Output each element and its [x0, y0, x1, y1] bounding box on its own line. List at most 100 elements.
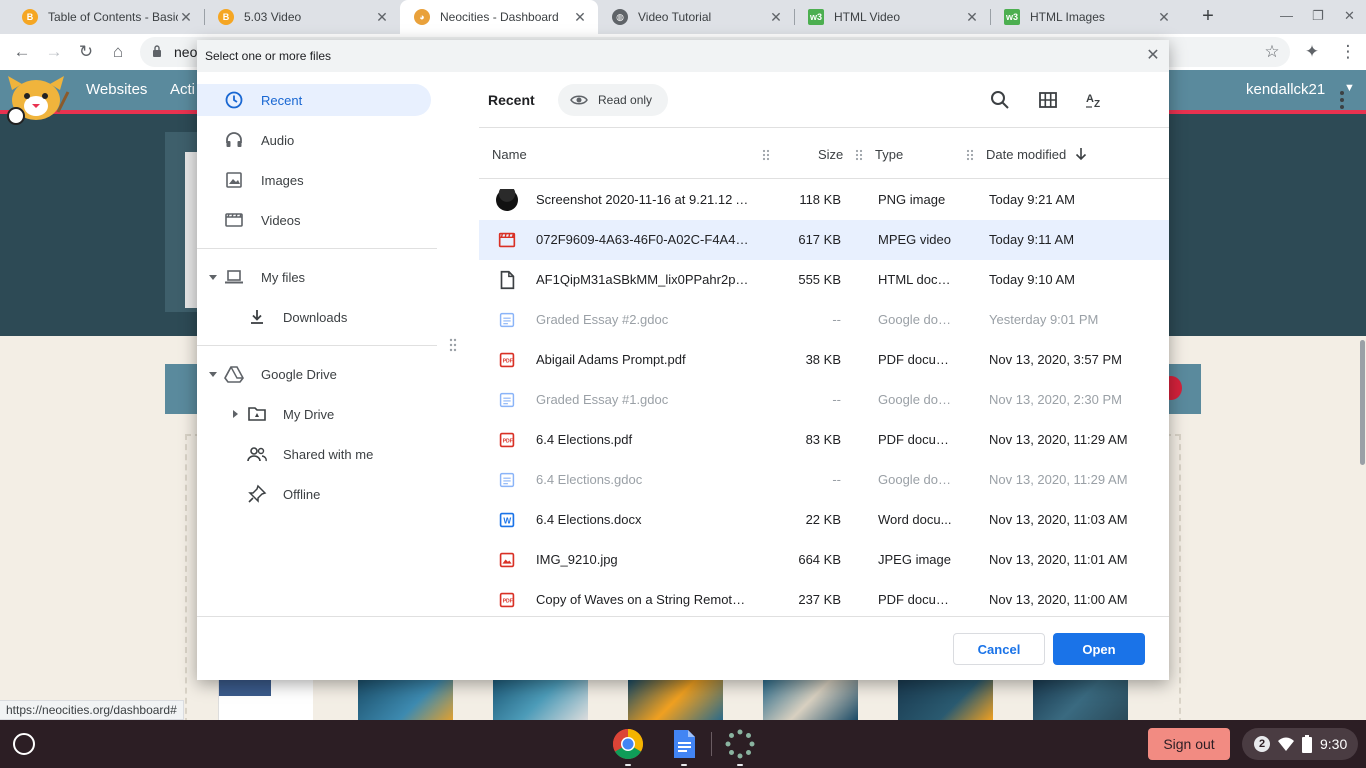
sidebar-item-offline[interactable]: Offline — [197, 478, 431, 510]
new-tab-button[interactable]: + — [1196, 5, 1220, 29]
minimize-icon[interactable]: — — [1280, 8, 1293, 23]
browser-tab-6[interactable]: w3 HTML Images ✕ — [990, 0, 1182, 34]
column-resize-icon[interactable] — [966, 149, 974, 161]
chrome-icon[interactable] — [612, 728, 644, 760]
file-row[interactable]: Graded Essay #1.gdoc -- Google doc... No… — [479, 380, 1169, 420]
sidebar-item-videos[interactable]: Videos — [197, 204, 431, 236]
file-row[interactable]: Screenshot 2020-11-16 at 9.21.12 A... 11… — [479, 180, 1169, 220]
close-icon[interactable]: ✕ — [1156, 9, 1172, 26]
column-type[interactable]: Type — [875, 147, 903, 162]
nav-activity[interactable]: Acti — [170, 81, 195, 98]
close-icon[interactable]: ✕ — [572, 9, 588, 26]
browser-tab-2[interactable]: B 5.03 Video ✕ — [204, 0, 400, 34]
column-size[interactable]: Size — [818, 147, 843, 162]
sort-descending-arrow-icon[interactable] — [1075, 147, 1087, 161]
file-row[interactable]: W 6.4 Elections.docx 22 KB Word docu... … — [479, 500, 1169, 540]
file-type: JPEG image — [878, 552, 951, 567]
running-indicator — [625, 764, 631, 766]
nav-websites[interactable]: Websites — [86, 81, 147, 98]
fish-image-thumbnail[interactable] — [1033, 680, 1128, 720]
sign-out-button[interactable]: Sign out — [1148, 728, 1230, 760]
search-icon[interactable] — [988, 88, 1012, 112]
file-row[interactable]: 072F9609-4A63-46F0-A02C-F4A4A5... 617 KB… — [479, 220, 1169, 260]
close-icon[interactable]: ✕ — [768, 9, 784, 26]
menu-kebab-icon[interactable]: ⋮ — [1336, 40, 1360, 64]
clock-time: 9:30 — [1320, 736, 1348, 752]
image-icon — [226, 172, 242, 188]
sidebar-item-shared-with-me[interactable]: Shared with me — [197, 438, 431, 470]
collapse-arrow-icon[interactable] — [230, 409, 240, 419]
extensions-icon[interactable]: ✦ — [1300, 40, 1324, 64]
dialog-footer: Cancel Open — [197, 616, 1169, 680]
sidebar-item-my-drive[interactable]: My Drive — [197, 398, 431, 430]
file-row[interactable]: Graded Essay #2.gdoc -- Google doc... Ye… — [479, 300, 1169, 340]
expand-arrow-icon[interactable] — [208, 369, 218, 379]
expand-arrow-icon[interactable] — [208, 272, 218, 282]
back-arrow-icon[interactable]: ← — [10, 40, 34, 64]
file-type: PDF docum... — [878, 432, 952, 447]
file-row[interactable]: PDF 6.4 Elections.pdf 83 KB PDF docum...… — [479, 420, 1169, 460]
grid-view-icon[interactable] — [1036, 88, 1060, 112]
reload-icon[interactable]: ↻ — [74, 40, 98, 64]
file-thumbnail[interactable] — [218, 680, 313, 720]
close-icon[interactable]: ✕ — [178, 9, 194, 26]
fish-image-thumbnail[interactable] — [358, 680, 453, 720]
sidebar-item-my-files[interactable]: My files — [197, 261, 431, 293]
status-tray[interactable]: 2 9:30 — [1242, 728, 1358, 760]
user-menu[interactable]: kendallck21 — [1246, 81, 1325, 98]
loading-spinner-icon[interactable] — [724, 728, 756, 760]
browser-tab-4[interactable]: ◍ Video Tutorial ✕ — [598, 0, 794, 34]
browser-tab-5[interactable]: w3 HTML Video ✕ — [794, 0, 990, 34]
column-header-row: Name Size Type Date modified — [479, 129, 1169, 179]
sidebar-item-downloads[interactable]: Downloads — [197, 301, 431, 333]
sidebar-divider — [197, 345, 437, 346]
file-name: Graded Essay #1.gdoc — [536, 392, 669, 407]
fish-image-thumbnail[interactable] — [763, 680, 858, 720]
column-name[interactable]: Name — [492, 147, 527, 162]
page-scrollbar[interactable] — [1360, 340, 1365, 465]
sidebar-item-google-drive[interactable]: Google Drive — [197, 358, 431, 390]
open-button[interactable]: Open — [1053, 633, 1145, 665]
fish-image-thumbnail[interactable] — [493, 680, 588, 720]
column-resize-icon[interactable] — [855, 149, 863, 161]
close-icon[interactable]: ✕ — [374, 9, 390, 26]
column-date-modified[interactable]: Date modified — [986, 147, 1066, 162]
launcher-icon[interactable] — [13, 733, 35, 755]
sort-az-icon[interactable]: A Z — [1083, 88, 1107, 112]
read-only-chip[interactable]: Read only — [558, 84, 668, 116]
cancel-button[interactable]: Cancel — [953, 633, 1045, 665]
close-window-icon[interactable]: ✕ — [1344, 8, 1355, 24]
google-docs-icon[interactable] — [668, 728, 700, 760]
sidebar-item-audio[interactable]: Audio — [197, 124, 431, 156]
sidebar-item-images[interactable]: Images — [197, 164, 431, 196]
file-row[interactable]: PDF Copy of Waves on a String Remote L..… — [479, 580, 1169, 616]
bookmark-star-icon[interactable]: ☆ — [1260, 40, 1284, 64]
browser-tab-3[interactable]: ◕ Neocities - Dashboard ✕ — [400, 0, 598, 34]
file-row[interactable]: IMG_9210.jpg 664 KB JPEG image Nov 13, 2… — [479, 540, 1169, 580]
generic-file-icon — [500, 270, 515, 290]
drag-handle-icon[interactable] — [449, 338, 457, 352]
file-row[interactable]: PDF Abigail Adams Prompt.pdf 38 KB PDF d… — [479, 340, 1169, 380]
close-icon[interactable]: ✕ — [1143, 46, 1163, 66]
breadcrumb[interactable]: Recent — [488, 92, 535, 108]
column-resize-icon[interactable] — [762, 149, 770, 161]
file-row[interactable]: AF1QipM31aSBkMM_lix0PPahr2pw... 555 KB H… — [479, 260, 1169, 300]
eye-icon — [570, 95, 588, 105]
forward-arrow-icon[interactable]: → — [42, 40, 66, 64]
close-icon[interactable]: ✕ — [964, 9, 980, 26]
file-row[interactable]: 6.4 Elections.gdoc -- Google doc... Nov … — [479, 460, 1169, 500]
home-icon[interactable]: ⌂ — [106, 40, 130, 64]
sidebar-item-recent[interactable]: Recent — [197, 84, 431, 116]
file-size: -- — [832, 312, 841, 327]
file-name: 072F9609-4A63-46F0-A02C-F4A4A5... — [536, 232, 751, 247]
fish-image-thumbnail[interactable] — [898, 680, 993, 720]
restore-icon[interactable]: ❐ — [1312, 8, 1324, 24]
fish-image-thumbnail[interactable] — [628, 680, 723, 720]
neocities-cat-logo[interactable] — [2, 72, 70, 128]
file-date: Nov 13, 2020, 11:29 AM — [989, 472, 1128, 487]
browser-tab-1[interactable]: B Table of Contents - Basic ✕ — [8, 0, 204, 34]
more-vert-icon[interactable] — [1330, 88, 1354, 112]
file-date: Nov 13, 2020, 11:00 AM — [989, 592, 1128, 607]
file-type: Google doc... — [878, 392, 952, 407]
svg-text:PDF: PDF — [503, 598, 513, 604]
